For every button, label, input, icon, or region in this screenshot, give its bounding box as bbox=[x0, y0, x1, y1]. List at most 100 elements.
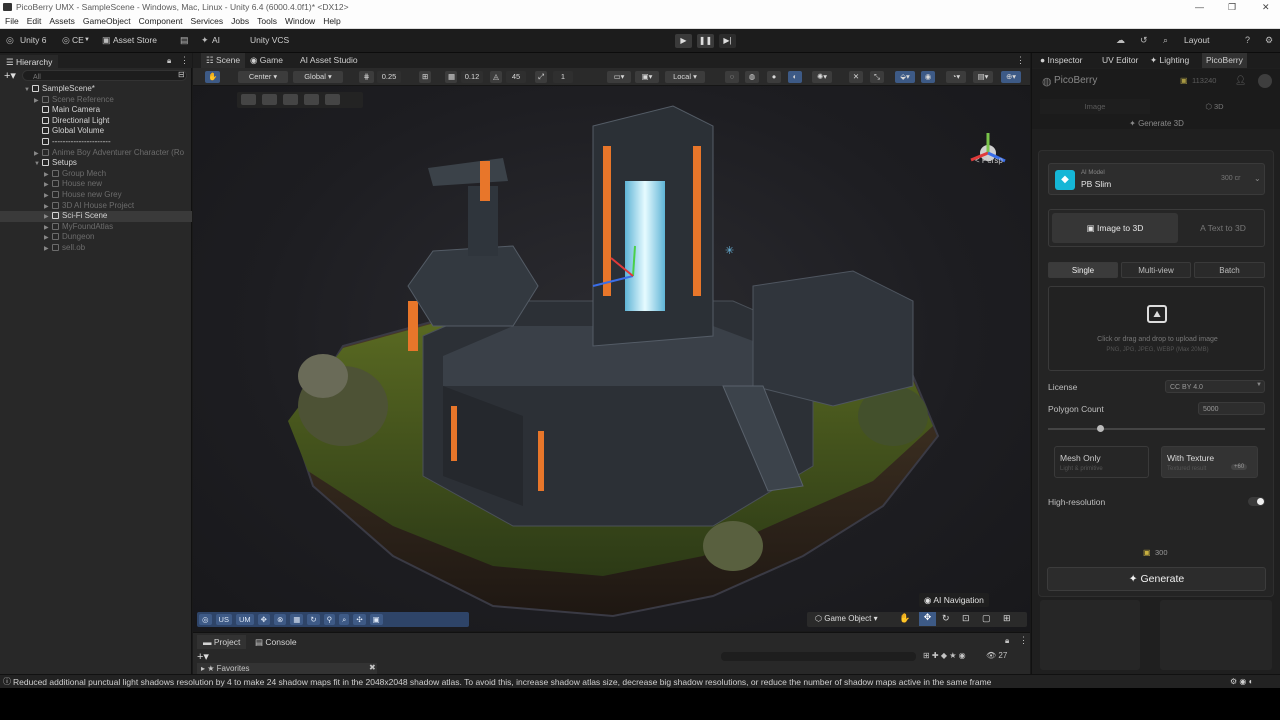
slider-knob[interactable] bbox=[1097, 425, 1105, 432]
vcs-dropdown[interactable]: Unity VCS bbox=[250, 35, 289, 45]
hierarchy-search-input[interactable]: All bbox=[22, 70, 187, 81]
transform-icon[interactable]: ⊗ bbox=[273, 614, 287, 625]
ce-dropdown[interactable]: CE bbox=[72, 35, 84, 45]
overlays-dropdown[interactable]: ▤▾ bbox=[973, 71, 993, 83]
gizmos-icon[interactable]: ⬙▾ bbox=[895, 71, 915, 83]
tab-project[interactable]: ▬ Project bbox=[197, 635, 247, 649]
polycount-slider[interactable] bbox=[1048, 425, 1265, 432]
search-icon[interactable]: ⌕ bbox=[1163, 35, 1168, 46]
hierarchy-item[interactable]: ▶ sell.ob bbox=[0, 243, 192, 254]
history-icon[interactable]: ↺ bbox=[1140, 35, 1148, 46]
project-search-input[interactable] bbox=[721, 652, 916, 661]
help-icon[interactable]: ? bbox=[1245, 35, 1250, 45]
expand-arrow-icon[interactable]: ▶ bbox=[44, 244, 52, 255]
hierarchy-item[interactable]: ▶ 3D AI House Project bbox=[0, 201, 192, 212]
orientation-dropdown[interactable]: ▣▾ bbox=[635, 71, 659, 83]
status-bar[interactable]: ⓘ Reduced additional punctual light shad… bbox=[0, 674, 1280, 688]
cloud-icon[interactable]: ☁ bbox=[1116, 35, 1125, 46]
hierarchy-item[interactable]: ▶ Scene Reference bbox=[0, 95, 192, 106]
effects-dropdown[interactable]: ✺▾ bbox=[812, 71, 832, 83]
tab-picoberry[interactable]: PicoBerry bbox=[1202, 53, 1247, 68]
pivot-dropdown[interactable]: Center ▾ bbox=[238, 71, 288, 83]
grid-toggle-icon[interactable]: ◌ bbox=[725, 71, 739, 83]
menu-assets[interactable]: Assets bbox=[49, 16, 75, 26]
generate-button[interactable]: ✦ Generate bbox=[1047, 567, 1266, 591]
hierarchy-item[interactable]: Main Camera bbox=[0, 105, 192, 116]
move-icon[interactable]: ✥ bbox=[257, 614, 270, 625]
tab-3d[interactable]: ⬡ 3D bbox=[1157, 99, 1272, 114]
view-tool-icon[interactable]: ✋ bbox=[205, 71, 220, 83]
zoom-icon[interactable]: ⌕ bbox=[339, 614, 350, 625]
more-icon[interactable]: ⋮ bbox=[180, 55, 189, 66]
layout-dropdown[interactable]: Layout bbox=[1184, 35, 1210, 45]
globe-icon[interactable]: ⊕▾ bbox=[1001, 71, 1021, 83]
view-batch[interactable]: Batch bbox=[1194, 262, 1265, 278]
favorites-row[interactable]: ▸ ★ Favorites bbox=[197, 663, 377, 674]
snap-move-icon[interactable]: ⊞ bbox=[419, 71, 431, 83]
camera-dropdown[interactable]: ◔▾ bbox=[946, 71, 966, 83]
hierarchy-item[interactable]: ▼ Setups bbox=[0, 158, 192, 169]
tab-game[interactable]: ◉ Game bbox=[245, 53, 288, 68]
snap2-field[interactable]: 0.12 bbox=[461, 71, 483, 83]
tab-uv-editor[interactable]: UV Editor bbox=[1098, 53, 1142, 68]
axis-gizmo-icon[interactable] bbox=[963, 128, 1013, 178]
menu-tools[interactable]: Tools bbox=[257, 16, 277, 26]
navigation-icon[interactable]: ⤡ bbox=[870, 71, 884, 83]
hires-toggle[interactable] bbox=[1248, 497, 1265, 506]
hierarchy-item[interactable]: ▶ Dungeon bbox=[0, 232, 192, 243]
menu-edit[interactable]: Edit bbox=[27, 16, 42, 26]
add-icon[interactable]: +▾ bbox=[4, 69, 16, 82]
local-dropdown[interactable]: Local ▾ bbox=[665, 71, 705, 83]
play-button[interactable]: ▶ bbox=[675, 34, 692, 48]
view-multi[interactable]: Multi-view bbox=[1121, 262, 1191, 278]
menu-file[interactable]: File bbox=[5, 16, 19, 26]
scale-tool-icon[interactable]: ⊡ bbox=[962, 613, 970, 624]
unity-version-button[interactable]: Unity 6 bbox=[20, 35, 46, 45]
view-single[interactable]: Single bbox=[1048, 262, 1118, 278]
user-icon[interactable]: 👤︎ bbox=[1235, 75, 1246, 86]
ai-navigation-button[interactable]: ◉ AI Navigation bbox=[919, 593, 989, 607]
hierarchy-item[interactable]: ▶ House new Grey bbox=[0, 190, 192, 201]
hierarchy-item[interactable]: Global Volume bbox=[0, 126, 192, 137]
preview-thumb-1[interactable] bbox=[1040, 600, 1140, 670]
scale-snap-icon[interactable]: ⤢ bbox=[535, 71, 547, 83]
hierarchy-item[interactable]: ---------------------- bbox=[0, 137, 192, 148]
game-object-dropdown[interactable]: ⬡ Game Object ▾ bbox=[815, 614, 878, 623]
lock-icon[interactable]: 🔒︎ bbox=[167, 56, 171, 66]
hand-tool-icon[interactable]: ✋ bbox=[899, 613, 910, 624]
hierarchy-item[interactable]: ▶ MyFoundAtlas bbox=[0, 222, 192, 233]
tab-scene[interactable]: ☷ Scene bbox=[201, 53, 246, 68]
ai-dropdown[interactable]: AI bbox=[212, 35, 220, 45]
space-dropdown[interactable]: Global ▾ bbox=[293, 71, 343, 83]
close-icon[interactable]: ✕ bbox=[1262, 0, 1270, 14]
hierarchy-item[interactable]: ▶ Group Mech bbox=[0, 169, 192, 180]
project-more-icon[interactable]: ⋮ bbox=[1019, 635, 1028, 646]
rotate-snap-icon[interactable]: ◬ bbox=[490, 71, 502, 83]
tab-inspector[interactable]: ● Inspector bbox=[1036, 53, 1086, 68]
orange-tool-3[interactable] bbox=[283, 94, 298, 105]
grid-icon[interactable]: ▦ bbox=[290, 614, 304, 625]
favorites-close-icon[interactable]: ✖ bbox=[369, 663, 376, 672]
model-dropdown[interactable]: ◆ AI Model PB Slim 300 cr ⌄ bbox=[1048, 163, 1265, 195]
image-to-3d-button[interactable]: ▣ Image to 3D bbox=[1052, 213, 1178, 243]
tab-console[interactable]: ▤ Console bbox=[249, 635, 303, 649]
hierarchy-item[interactable]: ▶ Sci-Fi Scene bbox=[0, 211, 192, 222]
menu-services[interactable]: Services bbox=[191, 16, 224, 26]
orientation-gizmo[interactable] bbox=[963, 128, 1013, 180]
project-lock-icon[interactable]: 🔒︎ bbox=[1005, 636, 1009, 646]
grid-snap-icon[interactable]: ⋕ bbox=[359, 71, 374, 83]
maximize-icon[interactable]: ❐ bbox=[1228, 0, 1236, 14]
transform-tool-icon[interactable]: ⊞ bbox=[1003, 613, 1011, 624]
scene-more-icon[interactable]: ⋮ bbox=[1016, 55, 1025, 66]
project-filter-icons[interactable]: ⊞ ✚ ◆ ★ ◉ bbox=[923, 651, 966, 660]
menu-component[interactable]: Component bbox=[139, 16, 183, 26]
snap-size-icon[interactable]: ▦ bbox=[445, 71, 457, 83]
pan-icon[interactable]: ✣ bbox=[353, 614, 366, 625]
shading-lit-icon[interactable]: ◐ bbox=[788, 71, 802, 83]
hierarchy-item[interactable]: ▶ House new bbox=[0, 179, 192, 190]
minimize-icon[interactable]: — bbox=[1195, 0, 1204, 14]
menu-help[interactable]: Help bbox=[323, 16, 340, 26]
status-icons[interactable]: ⚙ ◉ ◐ bbox=[1230, 675, 1253, 689]
orbit-icon[interactable]: ◎ bbox=[199, 614, 212, 625]
hierarchy-item[interactable]: ▼ SampleScene* bbox=[0, 84, 192, 95]
